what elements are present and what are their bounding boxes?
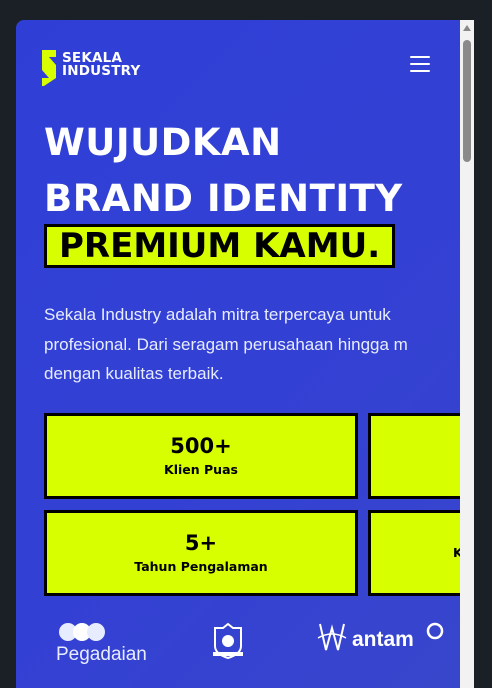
stat-value: 500+ bbox=[170, 434, 232, 458]
scrollbar[interactable] bbox=[460, 20, 474, 688]
stat-label: K bbox=[453, 545, 460, 560]
partner-pegadaian: Pegadaian bbox=[56, 622, 156, 666]
partner-name: antam bbox=[352, 628, 414, 651]
site-header: SEKALA INDUSTRY bbox=[16, 20, 460, 110]
municipal-crest-icon bbox=[213, 622, 243, 660]
hamburger-menu-icon[interactable] bbox=[408, 56, 432, 76]
hero-description: Sekala Industry adalah mitra terpercaya … bbox=[44, 300, 460, 389]
partner-logos: Pegadaian antam bbox=[16, 610, 460, 688]
stat-card-clients: 500+ Klien Puas bbox=[44, 413, 358, 499]
stat-label: Klien Puas bbox=[164, 462, 238, 477]
stat-value: 5+ bbox=[184, 531, 218, 555]
partner-name: Pegadaian bbox=[56, 644, 147, 665]
scrollbar-thumb[interactable] bbox=[463, 40, 471, 162]
antam-logo-icon bbox=[317, 623, 347, 651]
brand-logo[interactable]: SEKALA INDUSTRY bbox=[39, 48, 159, 88]
description-line1: Sekala Industry adalah mitra terpercaya … bbox=[44, 305, 391, 324]
headline-line1: WUJUDKAN bbox=[44, 121, 282, 164]
antam-ring-icon bbox=[426, 622, 444, 640]
description-line3: dengan kualitas terbaik. bbox=[44, 364, 224, 383]
sekala-s-logo-icon bbox=[42, 50, 56, 86]
stat-card-experience: 5+ Tahun Pengalaman bbox=[44, 510, 358, 596]
headline-line2: BRAND IDENTITY bbox=[44, 177, 403, 220]
logo-wordmark: SEKALA INDUSTRY bbox=[62, 51, 141, 79]
pegadaian-logo-icon bbox=[59, 623, 105, 641]
headline-highlight: PREMIUM KAMU. bbox=[44, 224, 396, 268]
stat-card-2 bbox=[368, 413, 460, 499]
scroll-up-arrow-icon[interactable] bbox=[463, 25, 471, 31]
hero-headline: WUJUDKAN BRAND IDENTITY bbox=[44, 115, 403, 227]
stat-card-4: K bbox=[368, 510, 460, 596]
partner-crest bbox=[211, 622, 247, 664]
stat-label: Tahun Pengalaman bbox=[134, 559, 268, 574]
description-line2: profesional. Dari seragam perusahaan hin… bbox=[44, 334, 408, 354]
mobile-viewport: SEKALA INDUSTRY WUJUDKAN BRAND IDENTITY … bbox=[16, 20, 460, 688]
logo-line2: INDUSTRY bbox=[62, 63, 141, 79]
